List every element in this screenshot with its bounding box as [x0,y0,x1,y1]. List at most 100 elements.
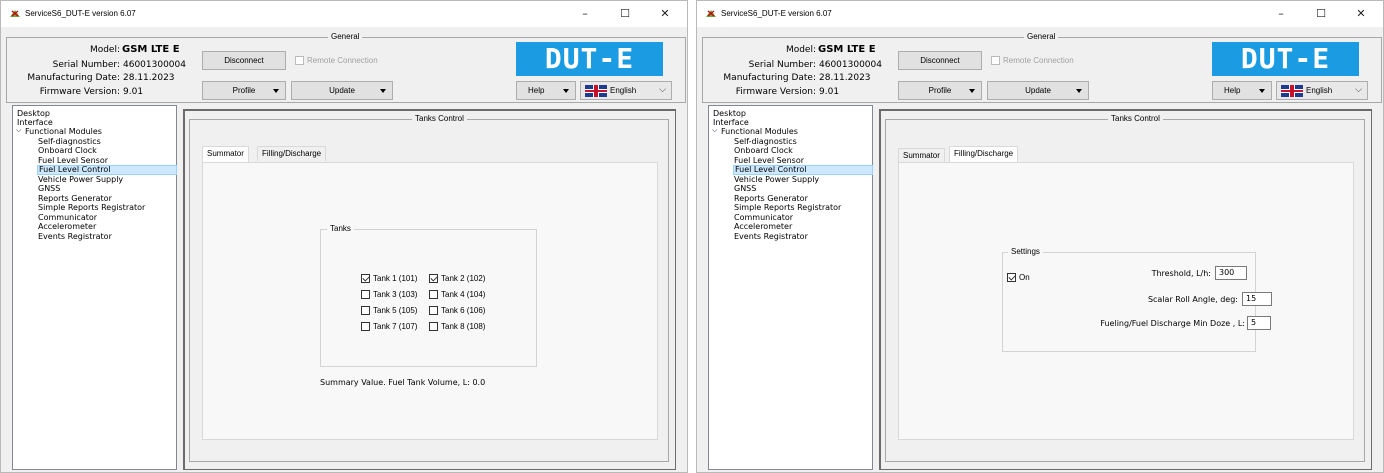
tree-expand-chevron-icon[interactable]: ⌵ [16,127,21,135]
tank-3-label: Tank 3 (103) [373,290,418,299]
tank-3-box[interactable] [361,290,370,299]
help-button[interactable]: Help [516,81,576,100]
app-window-filling: ServiceS6_DUT-E version 6.07 – ☐ ✕ Gener… [696,0,1384,473]
summary-label: Summary Value. Fuel Tank Volume, L: [320,378,473,387]
app-icon [706,10,716,17]
dropdown-arrow-icon [273,89,279,93]
profile-button[interactable]: Profile [898,81,982,100]
general-legend: General [328,32,363,41]
tab-filling-discharge[interactable]: Filling/Discharge [949,146,1019,162]
language-select[interactable]: English ⌵ [580,81,672,100]
tank-5-checkbox[interactable]: Tank 5 (105) [361,306,417,315]
mfg-label: Manufacturing Date: [27,73,120,83]
tree-item-events-registrator[interactable]: Events Registrator [38,232,112,242]
serial-label: Serial Number: [52,60,120,70]
close-button[interactable]: ✕ [1341,1,1381,27]
tab-summator[interactable]: Summator [202,146,249,162]
profile-button[interactable]: Profile [202,81,286,100]
tree-item-gnss[interactable]: GNSS [38,184,60,194]
mfg-value: 28.11.2023 [123,73,175,83]
mfg-label: Manufacturing Date: [723,73,816,83]
minimize-button[interactable]: – [1261,1,1301,27]
disconnect-button[interactable]: Disconnect [898,51,982,70]
tree-item-fuel-level-control[interactable]: Fuel Level Control [733,165,873,175]
profile-label: Profile [928,86,952,95]
tree-item-functional-modules[interactable]: Functional Modules [721,127,798,137]
tank-8-box[interactable] [429,322,438,331]
uk-flag-icon [1281,85,1303,97]
tree-item-onboard-clock[interactable]: Onboard Clock [734,146,793,156]
tank-4-box[interactable] [429,290,438,299]
language-select[interactable]: English ⌵ [1276,81,1368,100]
close-button[interactable]: ✕ [645,1,685,27]
dropdown-arrow-icon [563,89,569,93]
on-box[interactable] [1007,273,1016,282]
dropdown-arrow-icon [969,89,975,93]
tank-6-checkbox[interactable]: Tank 6 (106) [429,306,485,315]
disconnect-button[interactable]: Disconnect [202,51,286,70]
tank-7-checkbox[interactable]: Tank 7 (107) [361,322,417,331]
minimize-button[interactable]: – [565,1,605,27]
dut-e-logo: DUT-E [1212,42,1359,76]
tree-item-onboard-clock[interactable]: Onboard Clock [38,146,97,156]
roll-angle-label: Scalar Roll Angle, deg: [1147,295,1238,304]
module-tree[interactable]: Desktop Interface ⌵ Functional Modules S… [708,105,873,470]
maximize-button[interactable]: ☐ [605,1,645,27]
summary-value: 0.0 [472,378,486,387]
tank-4-checkbox[interactable]: Tank 4 (104) [429,290,485,299]
tank-1-box[interactable] [361,274,370,283]
tree-item-simple-reports-registrator[interactable]: Simple Reports Registrator [734,203,841,213]
tank-6-box[interactable] [429,306,438,315]
title-bar[interactable]: ServiceS6_DUT-E version 6.07 – ☐ ✕ [1,1,687,27]
on-checkbox[interactable]: On [1007,273,1030,282]
tank-1-checkbox[interactable]: Tank 1 (101) [361,274,417,283]
chevron-down-icon: ⌵ [659,84,666,94]
serial-value: 46001300004 [123,60,186,70]
language-value: English [610,86,637,95]
window-title: ServiceS6_DUT-E version 6.07 [25,9,136,18]
remote-connection-box[interactable] [295,56,304,65]
tank-5-box[interactable] [361,306,370,315]
module-panel: Tanks Control Summator Filling/Discharge… [879,109,1372,470]
remote-connection-box[interactable] [991,56,1000,65]
roll-angle-input[interactable]: 15 [1242,292,1272,306]
settings-legend: Settings [1008,247,1043,256]
uk-flag-icon [585,85,607,97]
update-button[interactable]: Update [291,81,393,100]
tank-2-box[interactable] [429,274,438,283]
tank-3-checkbox[interactable]: Tank 3 (103) [361,290,417,299]
tank-1-label: Tank 1 (101) [373,274,418,283]
tree-item-events-registrator[interactable]: Events Registrator [734,232,808,242]
tank-8-label: Tank 8 (108) [441,322,486,331]
tree-item-gnss[interactable]: GNSS [734,184,756,194]
module-tree[interactable]: Desktop Interface ⌵ Functional Modules S… [12,105,177,470]
language-value: English [1306,86,1333,95]
tanks-control-legend: Tanks Control [412,114,467,123]
min-doze-input[interactable]: 5 [1247,316,1271,330]
tab-summator[interactable]: Summator [898,148,945,163]
tab-filling-discharge[interactable]: Filling/Discharge [257,146,327,161]
remote-connection-checkbox[interactable]: Remote Connection [295,56,378,65]
window-title: ServiceS6_DUT-E version 6.07 [721,9,832,18]
tank-2-checkbox[interactable]: Tank 2 (102) [429,274,485,283]
update-button[interactable]: Update [987,81,1089,100]
chevron-down-icon: ⌵ [1355,84,1362,94]
tank-6-label: Tank 6 (106) [441,306,486,315]
remote-connection-label: Remote Connection [307,56,378,65]
tanks-control-legend: Tanks Control [1108,114,1163,123]
tank-8-checkbox[interactable]: Tank 8 (108) [429,322,485,331]
tanks-control-group: Tanks Control Summator Filling/Discharge… [885,114,1365,462]
help-label: Help [1224,86,1241,95]
tree-item-accelerometer[interactable]: Accelerometer [38,222,96,232]
tank-7-box[interactable] [361,322,370,331]
remote-connection-checkbox[interactable]: Remote Connection [991,56,1074,65]
threshold-input[interactable]: 300 [1215,266,1247,280]
title-bar[interactable]: ServiceS6_DUT-E version 6.07 – ☐ ✕ [697,1,1383,27]
tree-item-simple-reports-registrator[interactable]: Simple Reports Registrator [38,203,145,213]
help-button[interactable]: Help [1212,81,1272,100]
maximize-button[interactable]: ☐ [1301,1,1341,27]
tree-item-fuel-level-control[interactable]: Fuel Level Control [37,165,177,175]
tree-item-functional-modules[interactable]: Functional Modules [25,127,102,137]
tree-expand-chevron-icon[interactable]: ⌵ [712,127,717,135]
tree-item-accelerometer[interactable]: Accelerometer [734,222,792,232]
